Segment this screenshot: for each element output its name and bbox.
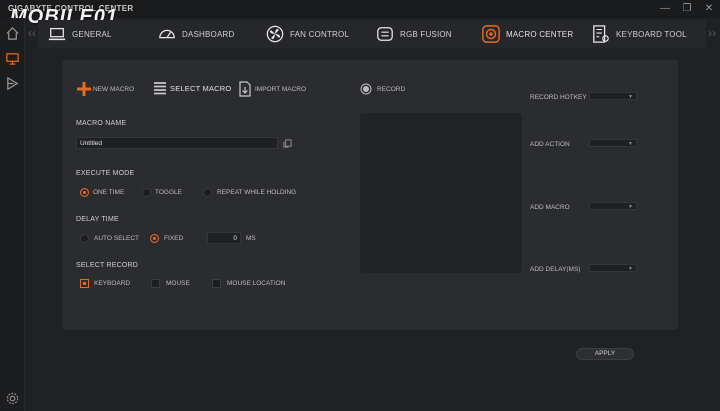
delay-auto-select[interactable]: AUTO SELECT — [80, 234, 139, 243]
radio-repeat-label: REPEAT WHILE HOLDING — [217, 189, 297, 196]
record-hotkey-dropdown[interactable]: ▼ — [589, 92, 637, 100]
add-delay-dropdown[interactable]: ▼ — [589, 264, 637, 272]
radio-repeat-while-holding[interactable] — [203, 188, 212, 197]
macro-name-label: MACRO NAME — [76, 120, 127, 127]
checkbox-keyboard[interactable] — [80, 279, 89, 288]
tab-label: GENERAL — [72, 29, 112, 39]
record-mouse-location[interactable]: MOUSE LOCATION — [212, 279, 285, 288]
select-macro-label: SELECT MACRO — [170, 83, 232, 93]
execute-mode-label: EXECUTE MODE — [76, 170, 135, 177]
tab-label: MACRO CENTER — [506, 29, 574, 39]
keyboard-icon — [593, 25, 609, 43]
restore-button[interactable]: ❐ — [682, 3, 692, 14]
fan-icon — [266, 25, 284, 43]
radio-toggle-label: TOGGLE — [155, 189, 182, 196]
macro-icon — [482, 25, 500, 43]
radio-fixed[interactable] — [150, 234, 159, 243]
nav-right-chevron-icon[interactable]: ›› — [708, 26, 716, 40]
tab-rgb-fusion[interactable]: RGB FUSION — [366, 20, 472, 48]
tab-label: RGB FUSION — [400, 29, 452, 39]
checkbox-mouse-location[interactable] — [212, 279, 221, 288]
execute-mode-one-time[interactable]: ONE TIME — [80, 188, 124, 197]
record-keyboard[interactable]: KEYBOARD — [80, 279, 130, 288]
close-button[interactable]: ✕ — [704, 3, 714, 14]
apply-button[interactable]: APPLY — [576, 348, 634, 360]
new-macro-button[interactable]: NEW MACRO — [76, 81, 134, 97]
record-list-area[interactable] — [360, 113, 522, 273]
plus-icon — [77, 82, 91, 96]
tab-dashboard[interactable]: DASHBOARD — [148, 20, 256, 48]
record-hotkey-label: RECORD HOTKEY — [530, 94, 587, 101]
sidebar — [0, 18, 25, 411]
select-record-label: SELECT RECORD — [76, 262, 138, 269]
delay-unit: MS — [246, 235, 256, 242]
tab-label: KEYBOARD TOOL — [616, 29, 687, 39]
radio-auto-select-label: AUTO SELECT — [94, 235, 140, 242]
execute-mode-repeat[interactable]: REPEAT WHILE HOLDING — [203, 188, 296, 197]
select-macro-button[interactable]: SELECT MACRO — [153, 80, 231, 96]
add-delay-label: ADD DELAY(MS) — [530, 266, 581, 273]
copy-icon[interactable] — [283, 139, 292, 148]
tab-label: DASHBOARD — [182, 29, 235, 39]
top-nav: GENERAL DASHBOARD FAN CONTROL RGB FUSION… — [38, 20, 706, 48]
new-macro-label: NEW MACRO — [93, 85, 135, 93]
title-bar: GIGABYTE CONTROL CENTER MOBILE01 — ❐ ✕ — [0, 0, 720, 28]
laptop-icon — [48, 27, 66, 41]
delay-ms-input[interactable] — [207, 232, 241, 244]
tab-macro-center[interactable]: MACRO CENTER — [472, 20, 582, 48]
add-macro-dropdown[interactable]: ▼ — [589, 202, 637, 210]
import-macro-button[interactable]: IMPORT MACRO — [239, 81, 306, 97]
record-label: RECORD — [377, 85, 406, 93]
nav-left-chevron-icon[interactable]: ‹‹ — [28, 26, 36, 40]
delay-time-label: DELAY TIME — [76, 216, 119, 223]
checkbox-mouse-location-label: MOUSE LOCATION — [227, 280, 286, 287]
record-button[interactable]: RECORD — [360, 83, 405, 95]
radio-one-time[interactable] — [80, 188, 89, 197]
minimize-button[interactable]: — — [660, 3, 670, 14]
tab-fan-control[interactable]: FAN CONTROL — [256, 20, 366, 48]
record-mouse[interactable]: MOUSE — [151, 279, 190, 288]
add-action-dropdown[interactable]: ▼ — [589, 139, 637, 147]
tab-keyboard-tool[interactable]: KEYBOARD TOOL — [582, 20, 702, 48]
import-file-icon — [239, 81, 251, 97]
rgb-icon — [377, 27, 393, 41]
add-macro-label: ADD MACRO — [530, 204, 570, 211]
device-icon[interactable] — [5, 51, 20, 66]
add-action-label: ADD ACTION — [530, 141, 570, 148]
import-macro-label: IMPORT MACRO — [255, 85, 307, 93]
tab-general[interactable]: GENERAL — [38, 20, 148, 48]
gauge-icon — [159, 29, 175, 39]
chevron-down-icon: ▼ — [628, 204, 633, 210]
macro-name-input[interactable] — [76, 137, 278, 149]
radio-toggle[interactable] — [142, 188, 151, 197]
home-icon[interactable] — [5, 26, 20, 41]
gear-icon[interactable] — [5, 391, 20, 406]
radio-auto-select[interactable] — [80, 234, 89, 243]
delay-fixed[interactable]: FIXED — [150, 234, 183, 243]
checkbox-keyboard-label: KEYBOARD — [94, 280, 131, 287]
list-icon — [154, 82, 166, 95]
record-icon — [360, 83, 372, 95]
chevron-down-icon: ▼ — [628, 266, 633, 272]
tab-label: FAN CONTROL — [290, 29, 350, 39]
checkbox-mouse[interactable] — [151, 279, 160, 288]
checkbox-mouse-label: MOUSE — [166, 280, 190, 287]
play-icon[interactable] — [5, 76, 20, 91]
chevron-down-icon: ▼ — [628, 141, 633, 147]
radio-one-time-label: ONE TIME — [93, 189, 125, 196]
execute-mode-toggle[interactable]: TOGGLE — [142, 188, 182, 197]
macro-panel: NEW MACRO SELECT MACRO IMPORT MACRO RECO… — [62, 60, 678, 330]
window-controls: — ❐ ✕ — [660, 3, 714, 14]
chevron-down-icon: ▼ — [628, 94, 633, 100]
radio-fixed-label: FIXED — [164, 235, 184, 242]
